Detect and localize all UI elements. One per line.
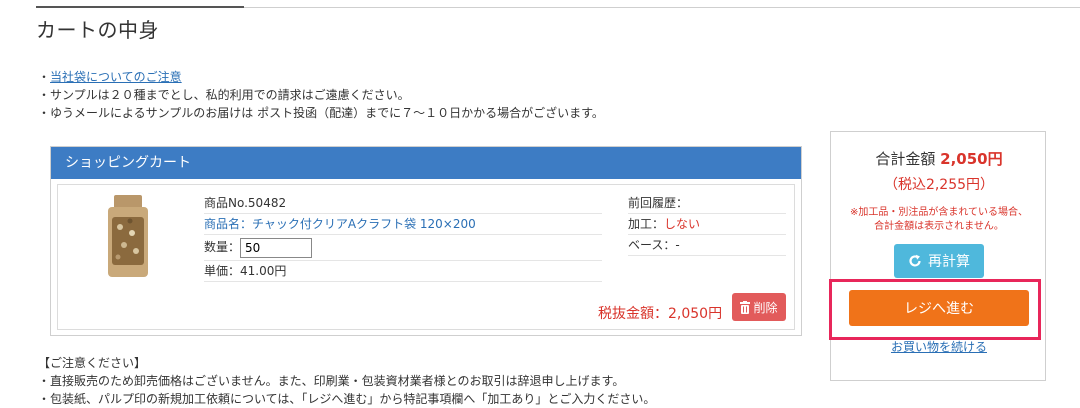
processing-label: 加工：	[628, 217, 665, 231]
bullet: ・	[38, 70, 51, 84]
subtotal-before-tax: 税抜金額：2,050円	[598, 306, 723, 322]
previous-history: 前回履歴：	[628, 193, 786, 214]
order-summary: 合計金額 2,050円 （税込2,255円） ※加工品・別注品が含まれている場合…	[830, 131, 1046, 381]
cart-header: ショッピングカート	[51, 147, 801, 179]
order-meta: 前回履歴： 加工：しない ベース：-	[628, 193, 786, 256]
product-name: 商品名：チャック付クリアAクラフト袋 120×200	[204, 214, 602, 235]
notice-list: ・当社袋についてのご注意 ・サンプルは２０種までとし、私的利用での請求はご遠慮く…	[38, 68, 604, 122]
delete-button[interactable]: 削除	[732, 293, 786, 321]
quantity-input[interactable]	[240, 237, 313, 258]
total-amount: 合計金額 2,050円	[831, 148, 1047, 169]
total-label: 合計金額	[875, 150, 941, 168]
recalculate-label: 再計算	[928, 254, 970, 270]
quantity-row: 数量：	[204, 235, 602, 261]
caution-heading: 【ご注意ください】	[38, 356, 147, 370]
processing-value: しない	[664, 217, 701, 231]
caution-item-2: ・包装紙、パルプ印の新規加工依頼については、「レジへ進む」から特記事項欄へ「加工…	[38, 392, 656, 406]
total-value: 2,050円	[940, 150, 1003, 168]
trash-icon	[740, 300, 751, 314]
base-row: ベース：-	[628, 235, 786, 256]
notice-item-3: ・ゆうメールによるサンプルのお届けは ポスト投函（配達）までに７～１０日かかる場…	[38, 106, 604, 120]
processing-row: 加工：しない	[628, 214, 786, 235]
tax-included-total: （税込2,255円）	[883, 177, 995, 193]
caution-item-1: ・直接販売のため卸売価格はございません。また、印刷業・包装資材業者様とのお取引は…	[38, 374, 625, 388]
delete-label: 削除	[753, 300, 778, 315]
notice-item-1: ・当社袋についてのご注意	[38, 68, 604, 86]
notice-item-2: ・サンプルは２０種までとし、私的利用での請求はご遠慮ください。	[38, 88, 410, 102]
checkout-button[interactable]: レジへ進む	[849, 290, 1029, 326]
product-number: 商品No.50482	[204, 193, 602, 214]
title-underline	[36, 6, 244, 8]
quantity-label: 数量：	[204, 240, 241, 254]
cart-item: 商品No.50482 商品名：チャック付クリアAクラフト袋 120×200 数量…	[57, 184, 795, 330]
refresh-icon	[909, 254, 921, 267]
unit-price: 単価：41.00円	[204, 261, 602, 282]
total-note: ※加工品・別注品が含まれている場合、合計金額は表示されません。	[849, 207, 1029, 232]
page-title: カートの中身	[36, 18, 159, 42]
product-thumbnail	[108, 195, 148, 277]
product-info: 商品No.50482 商品名：チャック付クリアAクラフト袋 120×200 数量…	[204, 193, 602, 282]
divider	[244, 7, 1080, 8]
recalculate-button[interactable]: 再計算	[894, 244, 984, 278]
continue-shopping-link[interactable]: お買い物を続ける	[831, 338, 1047, 355]
shopping-cart-panel: ショッピングカート 商品No.50482 商品名：チャック付クリアAクラフト袋 …	[50, 146, 802, 336]
bag-notice-link[interactable]: 当社袋についてのご注意	[50, 70, 182, 84]
